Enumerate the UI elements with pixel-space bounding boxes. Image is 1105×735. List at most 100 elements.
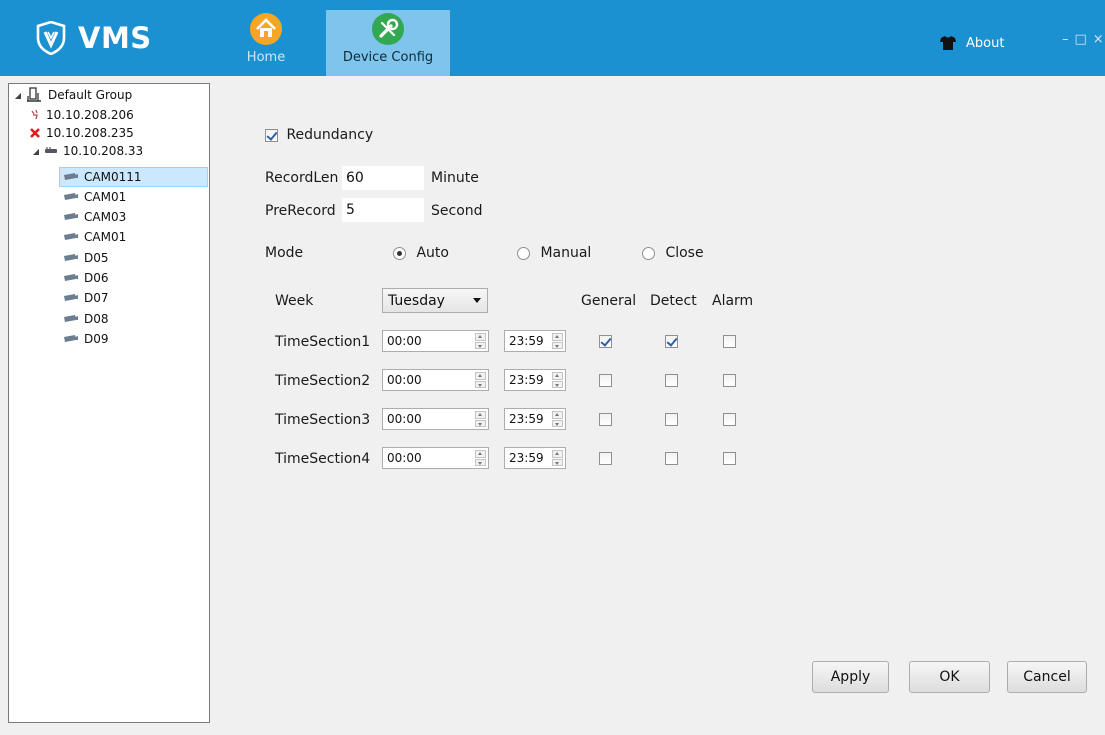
camera-icon (64, 335, 78, 342)
end-time-value: 23:59 (509, 334, 544, 348)
time-section-start[interactable]: 00:00 (382, 408, 489, 430)
error-x-icon (30, 128, 40, 138)
tree-node-channel[interactable]: CAM0111 (59, 167, 208, 187)
tree-node-channel[interactable]: D05 (60, 248, 109, 268)
general-checkbox[interactable] (599, 374, 612, 387)
spin-up-icon[interactable] (552, 372, 563, 380)
spin-down-icon[interactable] (475, 419, 486, 427)
tree-node-device-3[interactable]: ◢ 10.10.208.33 (31, 141, 143, 161)
collapse-arrow-icon[interactable]: ◢ (31, 147, 41, 156)
spin-up-icon[interactable] (475, 450, 486, 458)
time-section-start[interactable]: 00:00 (382, 369, 489, 391)
time-section-end[interactable]: 23:59 (504, 330, 566, 352)
tree-node-device-1[interactable]: 10.10.208.206 (29, 105, 134, 125)
time-section-end[interactable]: 23:59 (504, 369, 566, 391)
ok-button[interactable]: OK (909, 661, 990, 693)
tree-node-default-group[interactable]: ◢ Default Group (13, 85, 132, 105)
about-button[interactable]: About (940, 34, 1004, 52)
spin-down-icon[interactable] (475, 458, 486, 466)
spinner[interactable] (552, 372, 563, 388)
alarm-checkbox[interactable] (723, 374, 736, 387)
spin-up-icon[interactable] (552, 333, 563, 341)
tree-node-channel[interactable]: CAM01 (60, 227, 126, 247)
spin-down-icon[interactable] (475, 341, 486, 349)
spin-down-icon[interactable] (475, 380, 486, 388)
tree-node-channel[interactable]: CAM01 (60, 187, 126, 207)
tab-device-config[interactable]: Device Config (326, 10, 450, 76)
spin-up-icon[interactable] (552, 450, 563, 458)
spinner[interactable] (475, 333, 486, 349)
spin-down-icon[interactable] (552, 341, 563, 349)
redundancy-check[interactable] (265, 128, 278, 142)
maximize-icon[interactable]: □ (1075, 32, 1087, 48)
week-label: Week (275, 293, 314, 309)
tree-node-channel[interactable]: D07 (60, 288, 109, 308)
spinner[interactable] (552, 411, 563, 427)
cancel-button[interactable]: Cancel (1007, 661, 1087, 693)
general-checkbox[interactable] (599, 335, 612, 348)
mode-radio-close[interactable]: Close (642, 245, 704, 261)
shield-logo-icon (36, 21, 66, 55)
tree-node-channel[interactable]: D06 (60, 268, 109, 288)
tab-home[interactable]: Home (240, 10, 292, 76)
week-select[interactable]: Tuesday (382, 288, 488, 313)
apply-button[interactable]: Apply (812, 661, 889, 693)
mode-radio-auto[interactable]: Auto (393, 245, 449, 261)
alarm-checkbox[interactable] (723, 335, 736, 348)
close-icon[interactable]: × (1093, 32, 1104, 48)
wrench-icon (372, 13, 404, 45)
radio-close[interactable] (642, 246, 655, 260)
spin-down-icon[interactable] (552, 419, 563, 427)
general-checkbox[interactable] (599, 413, 612, 426)
app-logo: VMS (36, 18, 152, 58)
spin-down-icon[interactable] (552, 458, 563, 466)
detect-checkbox[interactable] (665, 452, 678, 465)
spin-up-icon[interactable] (475, 372, 486, 380)
spinner[interactable] (475, 411, 486, 427)
app-header: VMS Home Device Config About – □ × (0, 0, 1105, 76)
tree-node-channel[interactable]: CAM03 (60, 207, 126, 227)
spinner[interactable] (552, 333, 563, 349)
alarm-checkbox[interactable] (723, 413, 736, 426)
detect-checkbox[interactable] (665, 374, 678, 387)
about-label: About (966, 35, 1005, 51)
device-icon (45, 147, 57, 153)
device-config-panel: Redundancy RecordLen Minute PreRecord Se… (215, 76, 1105, 735)
spin-up-icon[interactable] (475, 333, 486, 341)
camera-icon (64, 294, 78, 301)
channel-label: CAM0111 (84, 170, 142, 184)
detect-checkbox[interactable] (665, 413, 678, 426)
time-section-start[interactable]: 00:00 (382, 447, 489, 469)
tree-node-channel[interactable]: D08 (60, 309, 109, 329)
spinner[interactable] (475, 450, 486, 466)
alarm-checkbox[interactable] (723, 452, 736, 465)
shirt-icon (940, 36, 956, 50)
camera-icon (64, 254, 78, 261)
redundancy-checkbox[interactable]: Redundancy (265, 127, 373, 143)
mode-radio-manual[interactable]: Manual (517, 245, 591, 261)
record-len-input[interactable] (342, 166, 424, 190)
spinner[interactable] (552, 450, 563, 466)
column-detect: Detect (650, 293, 697, 309)
spin-down-icon[interactable] (552, 380, 563, 388)
tree-node-device-2[interactable]: 10.10.208.235 (29, 123, 134, 143)
pre-record-input[interactable] (342, 198, 424, 222)
time-section-end[interactable]: 23:59 (504, 408, 566, 430)
tree-node-channel[interactable]: D09 (60, 329, 109, 349)
spin-up-icon[interactable] (475, 411, 486, 419)
spin-up-icon[interactable] (552, 411, 563, 419)
camera-icon (64, 213, 78, 220)
spinner[interactable] (475, 372, 486, 388)
time-section-label: TimeSection1 (275, 334, 371, 350)
time-section-start[interactable]: 00:00 (382, 330, 489, 352)
radio-manual[interactable] (517, 246, 530, 260)
detect-checkbox[interactable] (665, 335, 678, 348)
collapse-arrow-icon[interactable]: ◢ (13, 91, 23, 100)
channel-label: D09 (84, 332, 109, 346)
general-checkbox[interactable] (599, 452, 612, 465)
radio-auto[interactable] (393, 246, 406, 260)
time-section-end[interactable]: 23:59 (504, 447, 566, 469)
minimize-icon[interactable]: – (1062, 32, 1069, 48)
end-time-value: 23:59 (509, 451, 544, 465)
home-icon (250, 13, 282, 45)
